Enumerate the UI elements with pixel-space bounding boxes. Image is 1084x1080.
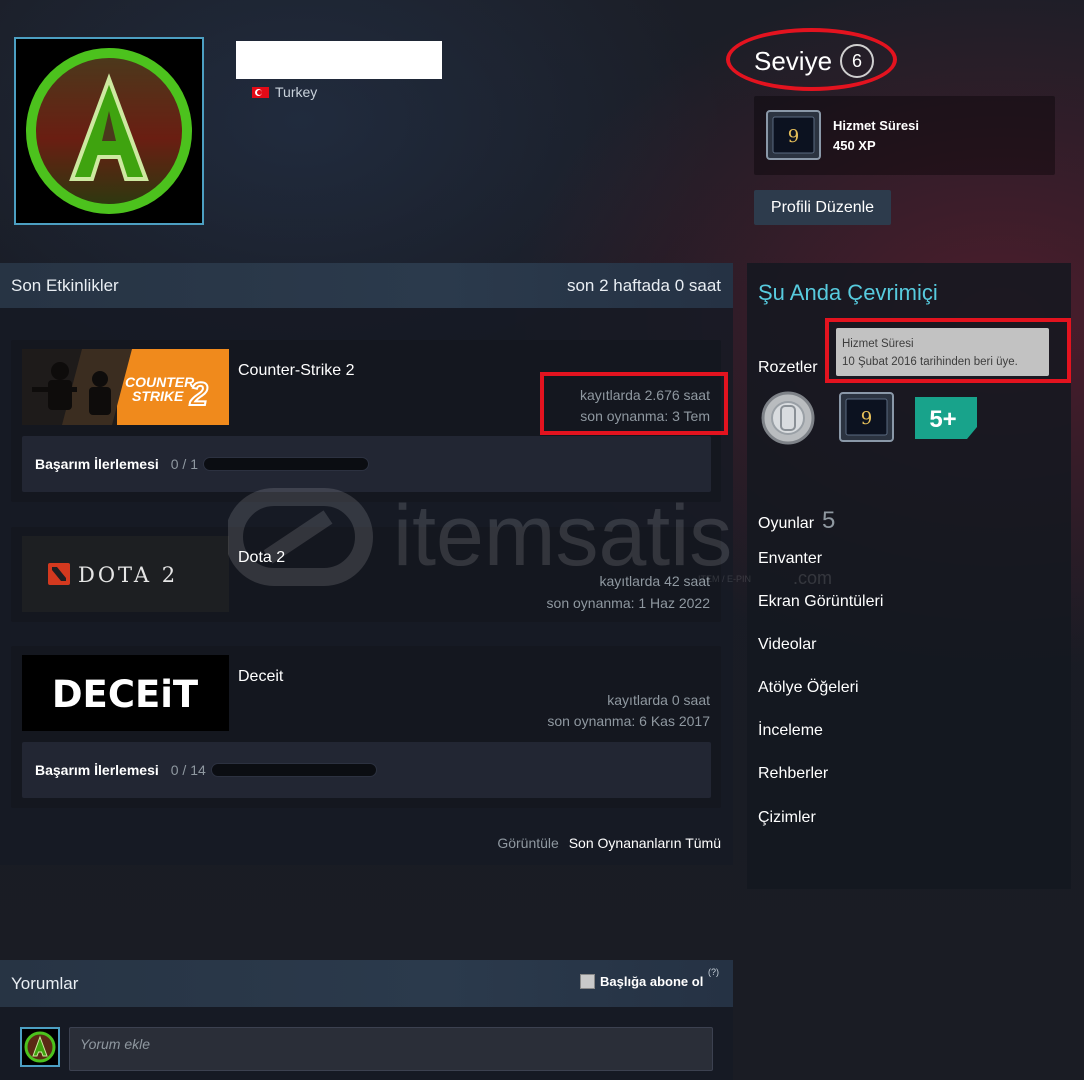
profile-name-redacted [236,41,442,79]
game-card-deceit: DECEiT Deceit kayıtlarda 0 saat son oyna… [11,646,721,808]
view-all-recent: Görüntüle Son Oynananların Tümü [497,835,721,851]
subscribe-label: Başlığa abone ol [600,974,704,989]
recent-activity-title: Son Etkinlikler [11,275,119,295]
svg-text:DECEiT: DECEiT [52,673,199,716]
featured-badge[interactable]: 9 Hizmet Süresi 450 XP [754,96,1055,175]
recent-activity-header: Son Etkinlikler son 2 haftada 0 saat [0,263,733,308]
years-of-service-badge-icon[interactable]: 9 [839,392,894,442]
dota2-capsule-image[interactable]: DOTA 2 [22,536,229,612]
games-link[interactable]: Oyunlar 5 [758,507,835,535]
country-name: Turkey [275,84,318,100]
achievement-count: 0 / 1 [170,456,198,472]
achievement-count: 0 / 14 [170,762,206,778]
games-label: Oyunlar [758,515,815,532]
subscribe-checkbox[interactable] [580,974,595,989]
highlight-box-tooltip [825,318,1071,383]
cs2-capsule-image[interactable]: COUNTER STRIKE 2 [22,349,229,425]
deceit-capsule-image[interactable]: DECEiT [22,655,229,731]
svg-text:DOTA 2: DOTA 2 [78,563,178,587]
profile-avatar[interactable] [14,37,204,225]
game-last-played: son oynanma: 1 Haz 2022 [546,595,710,611]
game-card-dota2: DOTA 2 Dota 2 kayıtlarda 42 saat son oyn… [11,527,721,622]
sidebar-link-guides[interactable]: Rehberler [758,765,828,783]
profile-country: Turkey [252,84,317,100]
avatar-logo-icon [16,39,202,223]
turkey-flag-icon [252,86,269,98]
svg-text:2: 2 [189,376,208,412]
recent-playtime-summary: son 2 haftada 0 saat [566,275,721,295]
achievement-label: Başarım İlerlemesi [35,762,159,778]
view-all-games-link[interactable]: Son Oynananların Tümü [569,835,721,851]
avatar-logo-icon [22,1029,58,1065]
achievement-progress[interactable]: Başarım İlerlemesi 0 / 14 [22,742,711,798]
achievement-progress[interactable]: Başarım İlerlemesi 0 / 1 [22,436,711,492]
subscribe-thread[interactable]: Başlığa abone ol [580,974,703,989]
highlight-ellipse [726,28,897,91]
sidebar-link-artwork[interactable]: Çizimler [758,809,816,827]
game-name[interactable]: Deceit [238,668,283,686]
svg-text:STRIKE: STRIKE [132,388,184,404]
recent-activity-panel: Son Etkinlikler son 2 haftada 0 saat COU… [0,263,733,865]
svg-text:5+: 5+ [929,406,956,433]
help-icon[interactable]: (?) [708,967,719,977]
years-of-service-badge-icon: 9 [766,110,821,160]
profile-sidebar: Şu Anda Çevrimiçi Rozetler Hizmet Süresi… [747,263,1071,889]
game-hours: kayıtlarda 0 saat [607,692,710,708]
game-name[interactable]: Counter-Strike 2 [238,362,355,380]
game-collector-badge-icon[interactable]: 5+ [915,397,977,439]
achievement-label: Başarım İlerlemesi [35,456,159,472]
online-status: Şu Anda Çevrimiçi [758,280,938,305]
commenter-avatar [20,1027,60,1067]
svg-text:9: 9 [788,126,799,147]
comments-section: Yorumlar Başlığa abone ol (?) Yorum ekle [0,960,733,1080]
game-name[interactable]: Dota 2 [238,549,285,567]
comments-title: Yorumlar [11,974,79,993]
achievement-progress-bar [203,457,369,471]
sidebar-link-videos[interactable]: Videolar [758,636,816,654]
comment-input[interactable]: Yorum ekle [69,1027,713,1071]
svg-text:9: 9 [861,408,872,429]
game-last-played: son oynanma: 6 Kas 2017 [547,713,710,729]
edit-profile-button[interactable]: Profili Düzenle [754,190,891,225]
sidebar-link-reviews[interactable]: İnceleme [758,722,823,740]
highlight-box-hours [540,372,728,435]
community-badge-icon[interactable] [759,390,817,445]
games-count: 5 [822,507,836,534]
achievement-progress-bar [210,763,377,777]
view-label: Görüntüle [497,835,559,851]
game-hours: kayıtlarda 42 saat [599,573,710,589]
badges-link[interactable]: Rozetler [758,359,818,377]
sidebar-link-screenshots[interactable]: Ekran Görüntüleri [758,593,883,611]
badge-title: Hizmet Süresi [833,118,919,133]
badge-xp: 450 XP [833,138,876,153]
sidebar-link-workshop[interactable]: Atölye Öğeleri [758,679,859,697]
sidebar-link-inventory[interactable]: Envanter [758,550,822,568]
comments-header: Yorumlar Başlığa abone ol (?) [0,960,733,1007]
